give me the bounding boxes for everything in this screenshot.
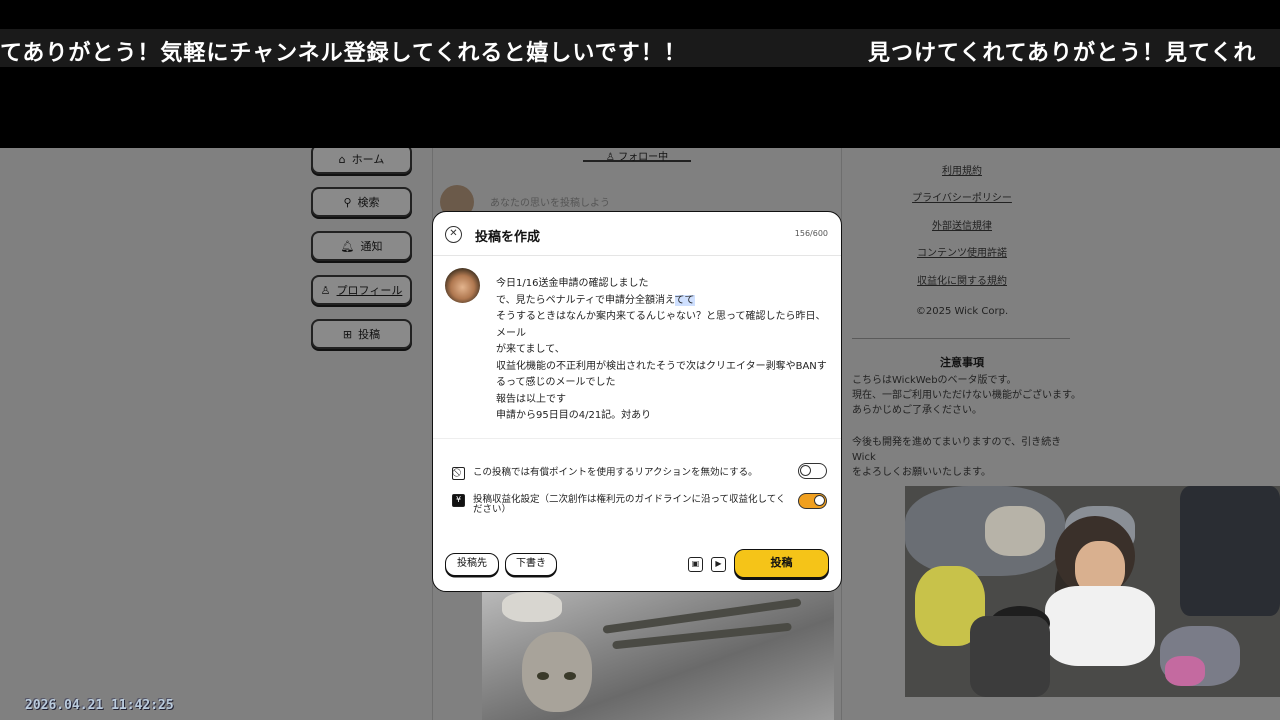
nav-search-label: 検索	[357, 196, 380, 209]
tab-following-label: フォロー中	[618, 152, 669, 163]
modal-divider	[433, 438, 841, 439]
cam-coat	[1180, 486, 1280, 616]
post-line: が来てまして、	[496, 344, 565, 355]
post-image-cat-visible[interactable]	[482, 592, 834, 720]
link-privacy[interactable]: プライバシーポリシー	[852, 189, 1072, 204]
bell-icon: 🔔︎	[340, 239, 355, 253]
notice-title: 注意事項	[940, 356, 984, 369]
nav-profile-button[interactable]: ♙ プロフィール	[311, 275, 412, 305]
post-line: そうするときはなんか案内来てるんじゃない？と思って確認したら昨日、メール	[496, 311, 826, 339]
avatar	[445, 268, 480, 303]
char-counter: 156/600	[794, 229, 828, 238]
nav-profile-label: プロフィール	[336, 284, 403, 297]
yen-icon: ¥	[452, 494, 465, 507]
toggle-knob	[814, 495, 825, 506]
post-line: 申請から95日目の4/21記。対あり	[496, 410, 652, 421]
draft-button[interactable]: 下書き	[505, 553, 557, 576]
cat-face	[522, 632, 592, 712]
cat-paw	[502, 592, 562, 622]
create-post-modal: ✕ 投稿を作成 156/600 今日1/16送金申請の確認しました で、見たらペ…	[432, 211, 842, 592]
notice-line: 今後も開発を進めてまいりますので、引き続きWick	[852, 437, 1062, 463]
toggle-knob	[800, 465, 811, 476]
option-disable-paid-reactions-label: この投稿では有償ポイントを使用するリアクションを無効にする。	[473, 467, 758, 478]
cam-box	[985, 506, 1045, 556]
copyright: ©2025 Wick Corp.	[915, 306, 1009, 317]
nav-post-button[interactable]: ⊞ 投稿	[311, 319, 412, 349]
timestamp: 2026.04.21 11:42:25	[25, 698, 174, 713]
nav-home-label: ホーム	[351, 153, 385, 166]
modal-title: 投稿を作成	[475, 230, 541, 245]
nav-search-button[interactable]: ⚲ 検索	[311, 187, 412, 217]
post-line: で、見たらペナルティで申請分全額消えてて	[496, 293, 831, 310]
webcam-overlay	[905, 486, 1280, 697]
post-text-area[interactable]: 今日1/16送金申請の確認しました で、見たらペナルティで申請分全額消えてて そ…	[496, 276, 831, 425]
divider	[852, 338, 1070, 339]
post-line: 収益化機能の不正利用が検出されたそうで次はクリエイター剥奪やBANす	[496, 360, 827, 372]
toggle-disable-paid-reactions[interactable]	[798, 463, 827, 479]
cat-eye	[564, 672, 576, 680]
video-icon[interactable]: ▶	[711, 557, 726, 572]
image-icon[interactable]: ▣	[688, 557, 703, 572]
cam-clutter	[1165, 656, 1205, 686]
notice-line: 現在、一部ご利用いただけない機能がございます。	[852, 390, 1081, 401]
ticker-text-right: 見つけてくれてありがとう！見てくれ	[868, 40, 1257, 66]
compose-placeholder[interactable]: あなたの思いを投稿しよう	[490, 194, 610, 209]
cam-stool	[970, 616, 1050, 697]
nav-post-label: 投稿	[358, 328, 381, 341]
link-terms[interactable]: 利用規約	[852, 162, 1072, 177]
nav-notifications-label: 通知	[360, 240, 383, 253]
user-icon: ♙	[605, 152, 619, 163]
post-line: るって感じのメールでした	[496, 377, 616, 388]
link-content-license[interactable]: コンテンツ使用許諾	[852, 244, 1072, 259]
submit-post-button[interactable]: 投稿	[734, 549, 829, 578]
post-destination-button[interactable]: 投稿先	[445, 553, 499, 576]
post-line: 今日1/16送金申請の確認しました	[496, 278, 649, 289]
user-icon: ♙	[320, 283, 331, 297]
cat-eye	[537, 672, 549, 680]
close-icon[interactable]: ✕	[445, 226, 462, 243]
option-monetization-label: 投稿収益化設定（二次創作は権利元のガイドラインに沿って収益化してください）	[473, 494, 786, 515]
ticker-text-left: てありがとう！気軽にチャンネル登録してくれると嬉しいです！！	[0, 40, 687, 66]
nav-home-button[interactable]: ⌂ ホーム	[311, 144, 412, 174]
post-line: 報告は以上です	[496, 393, 566, 405]
notice-line: あらかじめご了承ください。	[852, 405, 982, 416]
toggle-monetization[interactable]	[798, 493, 827, 509]
link-monetization-terms[interactable]: 収益化に関する規約	[852, 272, 1072, 287]
screen: てありがとう！気軽にチャンネル登録してくれると嬉しいです！！ 見つけてくれてあり…	[0, 0, 1280, 720]
notice-line: こちらはWickWebのベータ版です。	[852, 375, 1017, 386]
nav-notifications-button[interactable]: 🔔︎ 通知	[311, 231, 412, 261]
post-line-part: で、見たらペナルティで申請分全額消え	[496, 294, 675, 306]
stream-overlay-bar: てありがとう！気軽にチャンネル登録してくれると嬉しいです！！ 見つけてくれてあり…	[0, 0, 1280, 148]
plus-square-icon: ⊞	[342, 327, 353, 341]
notice-paragraph-1: こちらはWickWebのベータ版です。 現在、一部ご利用いただけない機能がござい…	[852, 373, 1082, 418]
search-icon: ⚲	[343, 195, 352, 209]
home-icon: ⌂	[338, 152, 346, 166]
modal-header: ✕ 投稿を作成 156/600	[433, 212, 841, 256]
prohibited-icon: ⃠	[452, 467, 465, 480]
link-external-transmission[interactable]: 外部送信規律	[852, 217, 1072, 232]
scrolling-ticker: てありがとう！気軽にチャンネル登録してくれると嬉しいです！！ 見つけてくれてあり…	[0, 29, 1280, 67]
notice-paragraph-2: 今後も開発を進めてまいりますので、引き続きWick をよろしくお願いいたします。	[852, 435, 1082, 480]
text-selection: てて	[674, 294, 695, 306]
tab-following[interactable]: ♙ フォロー中	[583, 148, 691, 163]
notice-line: をよろしくお願いいたします。	[852, 467, 991, 478]
cam-person-shirt	[1045, 586, 1155, 666]
